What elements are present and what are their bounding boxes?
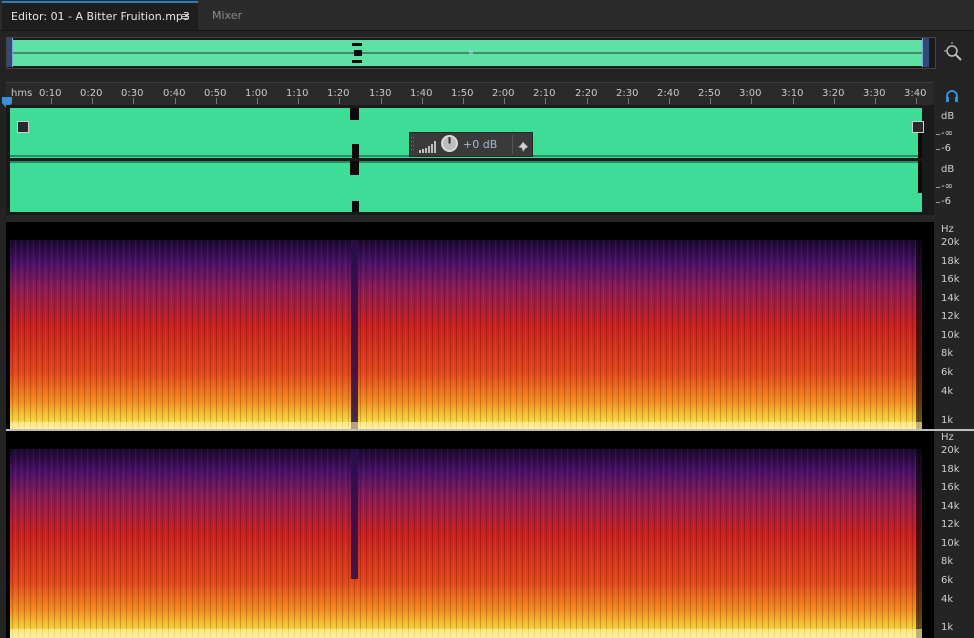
ruler-tick-mark [51, 98, 52, 104]
ruler-tick-mark [298, 98, 299, 104]
hz-label: 14k [941, 293, 960, 304]
spectrogram-channel-1[interactable] [6, 222, 934, 429]
ruler-tick-mark [339, 98, 340, 104]
level-meter-icon [419, 138, 437, 153]
headphone-icon[interactable] [944, 88, 960, 104]
ruler-unit-label: hms [11, 88, 33, 99]
ruler-tick-mark [175, 98, 176, 104]
hz-label: 18k [941, 464, 960, 475]
hz-label: 8k [941, 348, 954, 359]
hz-label: 12k [941, 519, 960, 530]
hz-label: 20k [941, 237, 960, 248]
ruler-tick-mark [504, 98, 505, 104]
ruler-tick-mark [463, 98, 464, 104]
db-label: -6 [941, 143, 951, 154]
tab-mixer-label: Mixer [212, 9, 243, 22]
db-label: -∞ [941, 181, 953, 192]
ruler-tick-mark [710, 98, 711, 104]
hz-label: 4k [941, 594, 954, 605]
db-label: -6 [941, 196, 951, 207]
hz-label: 6k [941, 575, 954, 586]
overview-left-handle[interactable] [7, 38, 13, 67]
hz-label: 18k [941, 256, 960, 267]
db-label: dB [941, 164, 955, 175]
spectrogram-channel-2[interactable] [6, 431, 934, 638]
ruler-tick-mark [751, 98, 752, 104]
db-tick [936, 202, 940, 203]
ruler-tick-mark [793, 98, 794, 104]
hz-label: Hz [941, 432, 954, 443]
zoom-selection-icon[interactable] [942, 41, 964, 63]
tab-editor-label: Editor: 01 - A Bitter Fruition.mp3 [11, 10, 190, 23]
hz-label: 1k [941, 622, 954, 633]
hud-divider [512, 135, 513, 154]
volume-knob-icon[interactable] [440, 134, 459, 153]
hz-label: 14k [941, 501, 960, 512]
ruler-tick-mark [381, 98, 382, 104]
pin-icon[interactable] [517, 138, 529, 152]
panel-splitter[interactable] [6, 215, 934, 227]
ruler-tick-mark [628, 98, 629, 104]
grip-icon[interactable] [411, 135, 415, 154]
hz-label: 10k [941, 330, 960, 341]
hz-label: Hz [941, 224, 954, 235]
overview-right-handle[interactable] [922, 38, 929, 67]
ruler-tick-mark [133, 98, 134, 104]
ruler-tick-mark [834, 98, 835, 104]
waveform-channel-2[interactable] [10, 161, 922, 212]
hud-volume-value[interactable]: +0 dB [463, 138, 497, 151]
ruler-tick-mark [216, 98, 217, 104]
scale-column [934, 105, 974, 638]
overview-waveform[interactable] [9, 40, 927, 66]
db-tick [936, 134, 940, 135]
hz-label: 16k [941, 274, 960, 285]
ruler-tick-mark [587, 98, 588, 104]
db-label: dB [941, 111, 955, 122]
ruler-tick-mark [669, 98, 670, 104]
ruler-tick-mark [875, 98, 876, 104]
hz-label: 1k [941, 415, 954, 426]
ruler-tick-mark [545, 98, 546, 104]
ruler-tick-mark [916, 98, 917, 104]
db-label: -∞ [941, 128, 953, 139]
hz-label: 4k [941, 386, 954, 397]
tab-menu-icon[interactable]: ≡ [181, 3, 190, 30]
hz-label: 20k [941, 445, 960, 456]
hz-label: 6k [941, 367, 954, 378]
hz-label: 12k [941, 311, 960, 322]
hz-label: 8k [941, 556, 954, 567]
ruler-tick-mark [92, 98, 93, 104]
tab-mixer[interactable]: Mixer [212, 1, 272, 30]
hz-label: 16k [941, 482, 960, 493]
db-tick [936, 187, 940, 188]
ruler-tick-mark [257, 98, 258, 104]
ruler-tick-mark [422, 98, 423, 104]
fade-out-handle[interactable] [912, 121, 924, 133]
db-tick [936, 149, 940, 150]
fade-in-handle[interactable] [17, 121, 29, 133]
tab-editor[interactable]: Editor: 01 - A Bitter Fruition.mp3 ≡ [2, 1, 198, 30]
hz-label: 10k [941, 538, 960, 549]
